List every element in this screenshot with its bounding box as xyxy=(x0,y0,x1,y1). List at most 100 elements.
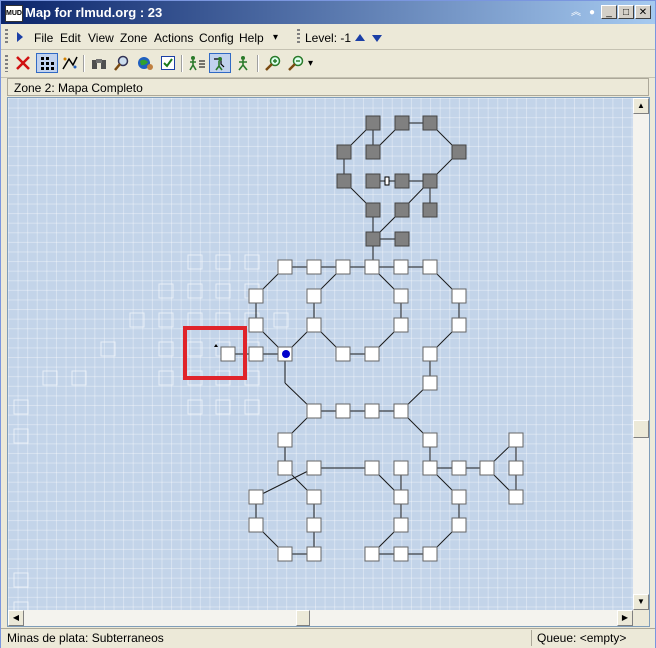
zoom-dropdown-arrow[interactable]: ▾ xyxy=(308,58,313,69)
ghost-room[interactable] xyxy=(158,283,174,299)
map-room[interactable] xyxy=(335,346,351,362)
globe-user-icon[interactable] xyxy=(134,53,156,73)
map-room[interactable] xyxy=(335,259,351,275)
upper-room[interactable] xyxy=(451,144,467,160)
maximize-button[interactable]: □ xyxy=(618,5,634,19)
zoom-out-icon[interactable] xyxy=(285,53,307,73)
map-room[interactable] xyxy=(306,517,322,533)
map-room[interactable] xyxy=(364,259,380,275)
ghost-room[interactable] xyxy=(273,312,289,328)
map-room[interactable] xyxy=(364,346,380,362)
toolbar-grip[interactable] xyxy=(5,55,8,72)
upper-room[interactable] xyxy=(422,202,438,218)
upper-room[interactable] xyxy=(422,115,438,131)
map-room[interactable] xyxy=(220,346,236,362)
map-room[interactable] xyxy=(508,432,524,448)
map-room[interactable] xyxy=(277,460,293,476)
map-room[interactable] xyxy=(422,460,438,476)
map-room[interactable] xyxy=(393,317,409,333)
ghost-room[interactable] xyxy=(215,283,231,299)
ghost-room[interactable] xyxy=(215,399,231,415)
ghost-room[interactable] xyxy=(187,283,203,299)
map-room[interactable] xyxy=(306,259,322,275)
level-grip[interactable] xyxy=(297,29,300,45)
menu-grip[interactable] xyxy=(5,29,8,45)
menu-view[interactable]: View xyxy=(88,31,114,45)
ghost-room[interactable] xyxy=(215,312,231,328)
map-room[interactable] xyxy=(306,489,322,505)
map-room[interactable] xyxy=(248,288,264,304)
delete-icon[interactable] xyxy=(12,53,34,73)
menu-zone[interactable]: Zone xyxy=(120,31,147,45)
ghost-room[interactable] xyxy=(244,254,260,270)
scroll-left-button[interactable]: ◀ xyxy=(8,610,24,626)
zoom-in-icon[interactable] xyxy=(262,53,284,73)
runner-icon[interactable] xyxy=(232,53,254,73)
menu-edit[interactable]: Edit xyxy=(60,31,81,45)
minimize-button[interactable]: _ xyxy=(601,5,617,19)
map-room[interactable] xyxy=(248,517,264,533)
upper-room[interactable] xyxy=(365,173,381,189)
upper-room[interactable] xyxy=(394,115,410,131)
ghost-room[interactable] xyxy=(158,341,174,357)
map-room[interactable] xyxy=(277,432,293,448)
upper-room[interactable] xyxy=(336,173,352,189)
map-room[interactable] xyxy=(277,259,293,275)
map-room[interactable] xyxy=(451,460,467,476)
map-room[interactable] xyxy=(479,460,495,476)
map-room[interactable] xyxy=(393,403,409,419)
map-canvas[interactable] xyxy=(8,98,633,610)
ghost-room[interactable] xyxy=(187,399,203,415)
speedwalk-icon[interactable] xyxy=(209,53,231,73)
binoculars-icon[interactable] xyxy=(88,53,110,73)
upper-room[interactable] xyxy=(394,202,410,218)
ghost-room[interactable] xyxy=(71,370,87,386)
title-bar[interactable]: MUD Map for rlmud.org : 23 ︽ ● _ □ ✕ xyxy=(1,1,655,24)
map-room[interactable] xyxy=(335,403,351,419)
map-room[interactable] xyxy=(508,489,524,505)
map-room[interactable] xyxy=(393,460,409,476)
map-room[interactable] xyxy=(422,432,438,448)
map-room[interactable] xyxy=(393,517,409,533)
map-svg[interactable] xyxy=(8,98,633,610)
map-room[interactable] xyxy=(393,546,409,562)
ghost-room[interactable] xyxy=(158,312,174,328)
map-room[interactable] xyxy=(277,546,293,562)
vertical-scrollbar[interactable]: ▲ ▼ xyxy=(633,98,649,610)
close-button[interactable]: ✕ xyxy=(635,5,651,19)
ghost-room[interactable] xyxy=(187,312,203,328)
upper-room[interactable] xyxy=(365,144,381,160)
level-down-icon[interactable] xyxy=(372,35,382,42)
scroll-up-button[interactable]: ▲ xyxy=(633,98,649,114)
map-room[interactable] xyxy=(248,346,264,362)
vertical-scroll-thumb[interactable] xyxy=(633,420,649,438)
map-room[interactable] xyxy=(451,317,467,333)
ghost-room[interactable] xyxy=(13,399,29,415)
upper-room[interactable] xyxy=(336,144,352,160)
ghost-room[interactable] xyxy=(215,254,231,270)
upper-room[interactable] xyxy=(365,115,381,131)
ghost-room[interactable] xyxy=(100,341,116,357)
menu-config[interactable]: Config xyxy=(199,31,234,45)
map-room[interactable] xyxy=(422,259,438,275)
map-room[interactable] xyxy=(422,375,438,391)
map-room[interactable] xyxy=(306,288,322,304)
ghost-room[interactable] xyxy=(158,370,174,386)
ghost-room[interactable] xyxy=(13,572,29,588)
map-room[interactable] xyxy=(306,317,322,333)
menu-file[interactable]: File xyxy=(34,31,53,45)
map-room[interactable] xyxy=(422,546,438,562)
horizontal-scroll-thumb[interactable] xyxy=(296,610,310,626)
map-room[interactable] xyxy=(306,546,322,562)
map-room[interactable] xyxy=(451,517,467,533)
collapse-up-icon[interactable]: ︽ xyxy=(569,6,583,19)
magnify-icon[interactable] xyxy=(111,53,133,73)
map-room[interactable] xyxy=(248,317,264,333)
map-room[interactable] xyxy=(364,403,380,419)
map-room[interactable] xyxy=(422,346,438,362)
menu-help[interactable]: Help xyxy=(239,31,264,45)
pin-icon[interactable]: ● xyxy=(585,6,599,19)
map-room[interactable] xyxy=(393,489,409,505)
check-box-icon[interactable] xyxy=(157,53,179,73)
horizontal-scrollbar[interactable]: ◀ ▶ xyxy=(8,610,633,626)
